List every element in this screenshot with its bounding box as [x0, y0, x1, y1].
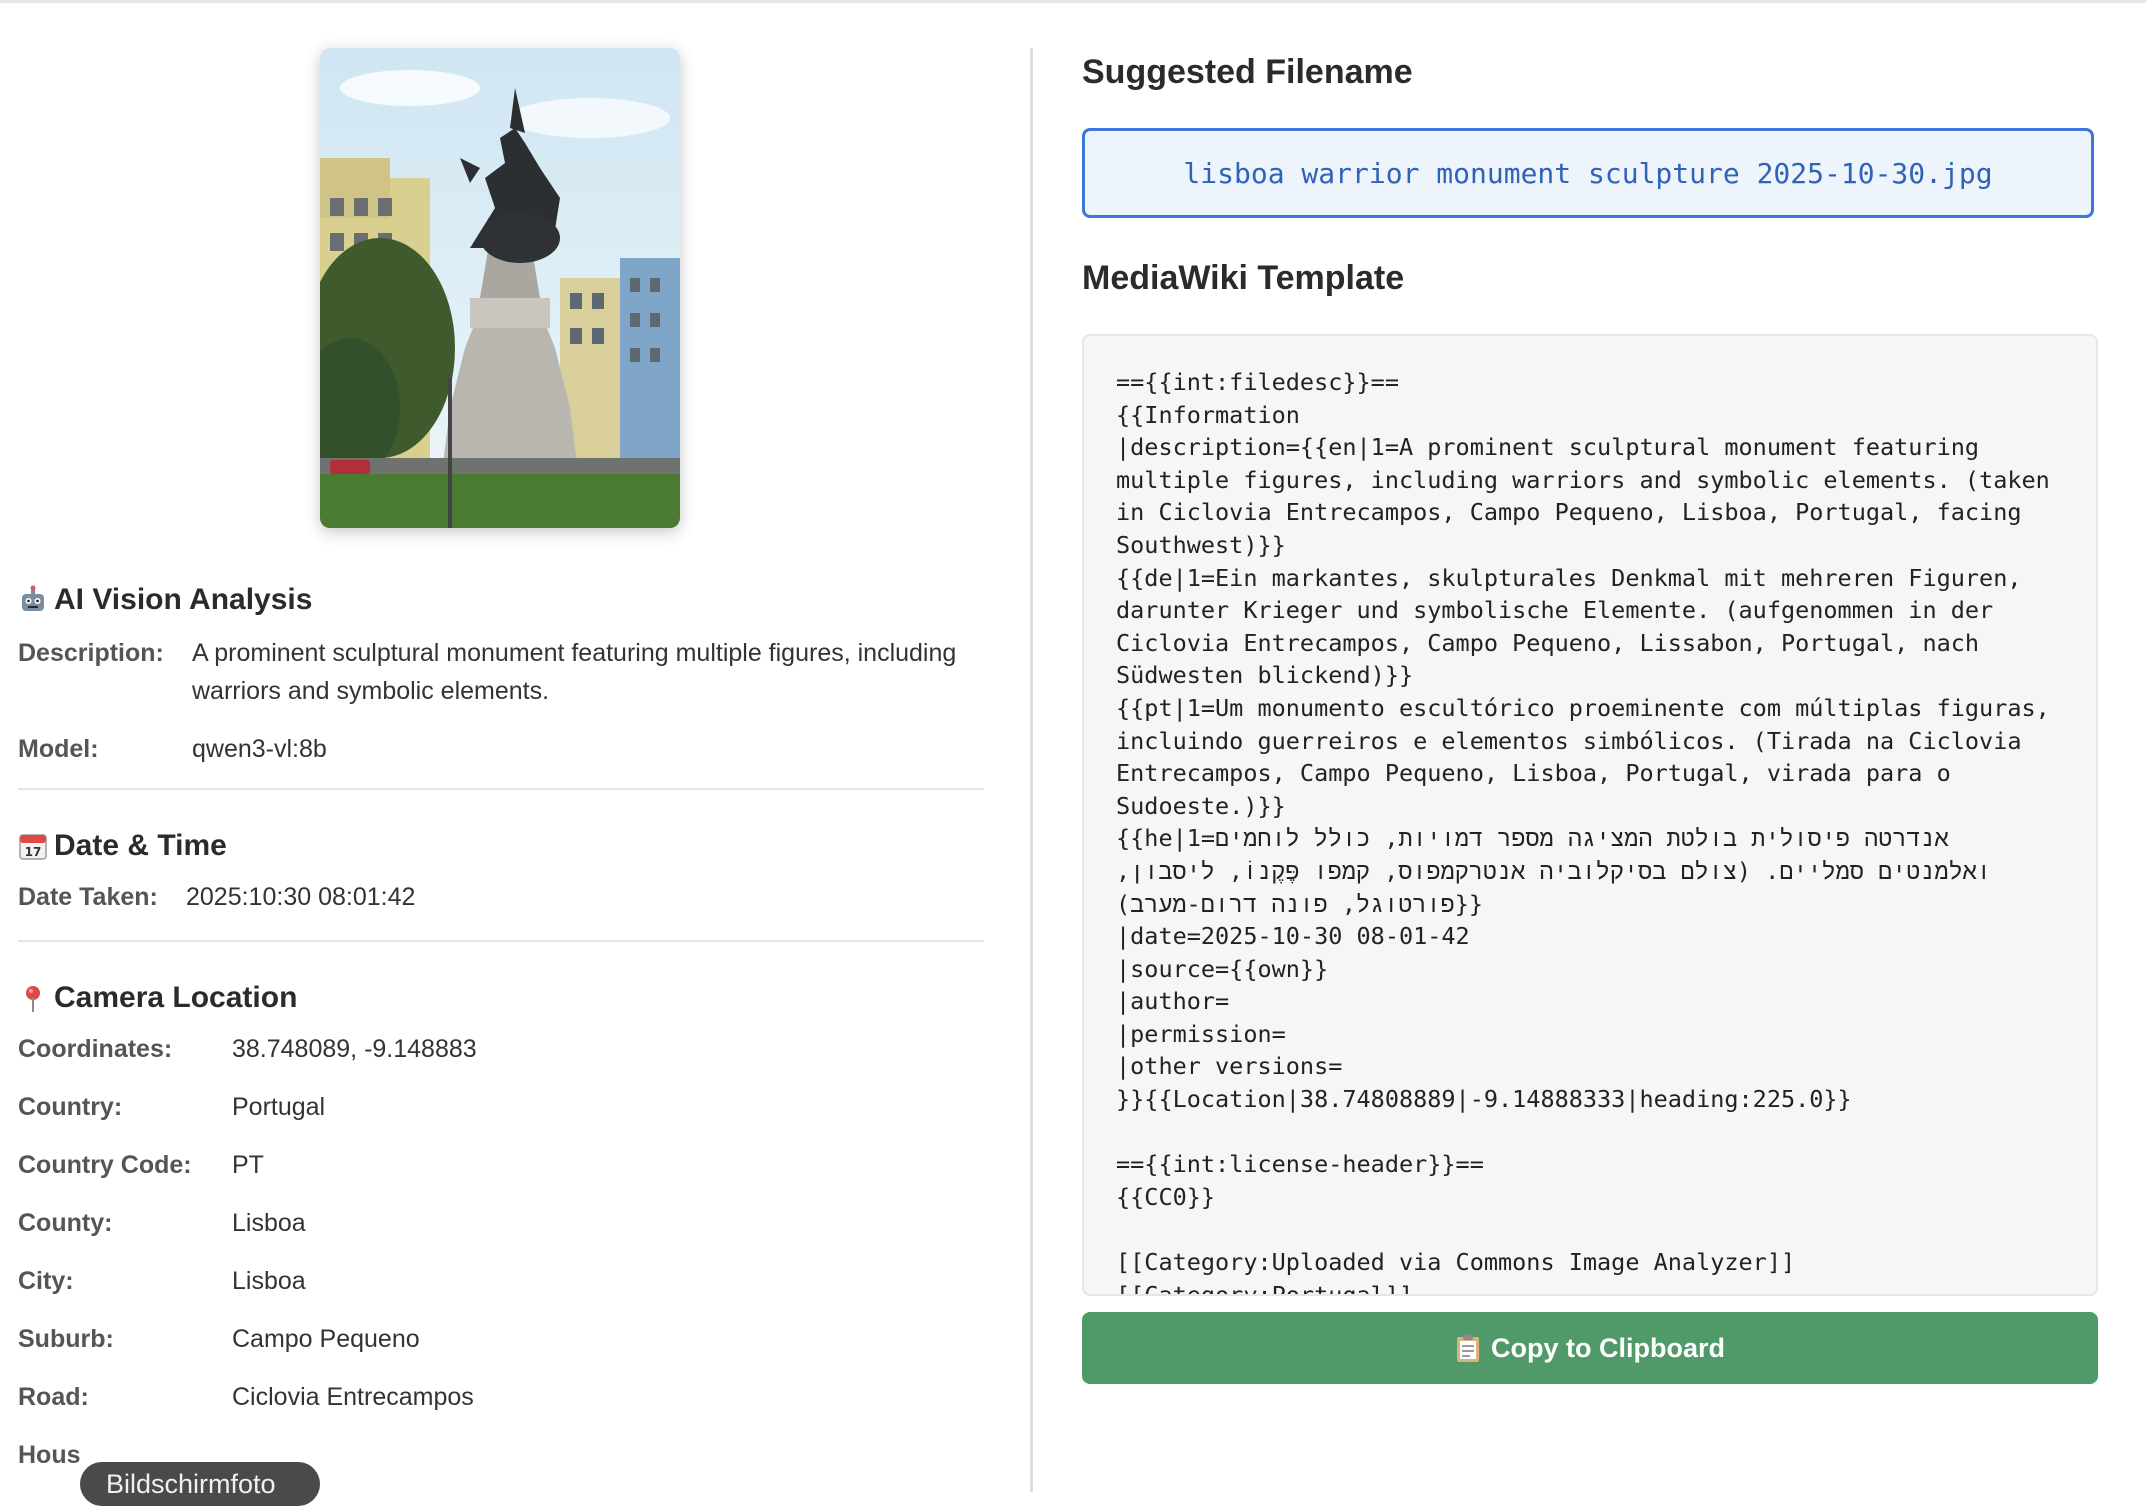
monument-photo: [320, 48, 680, 528]
description-value: A prominent sculptural monument featurin…: [192, 639, 957, 705]
datetime-section-title: 17 Date & Time: [18, 826, 984, 866]
location-row-country-code: Country Code: PT: [18, 1151, 264, 1179]
photo-preview[interactable]: [320, 48, 680, 528]
date-row: Date Taken: 2025:10:30 08:01:42: [18, 878, 984, 916]
description-label: Description:: [18, 639, 164, 667]
date-label: Date Taken:: [18, 883, 158, 911]
datetime-title-text: Date & Time: [54, 829, 227, 862]
robot-icon: [18, 585, 48, 615]
location-row-county: County: Lisboa: [18, 1209, 306, 1237]
top-border: [0, 0, 2146, 3]
location-row-country: Country: Portugal: [18, 1093, 326, 1121]
location-section-title: Camera Location: [18, 978, 984, 1018]
model-label: Model:: [18, 735, 99, 763]
copy-button-label: Copy to Clipboard: [1491, 1332, 1725, 1363]
filename-field[interactable]: lisboa warrior monument sculpture 2025-1…: [1082, 128, 2094, 218]
location-row-road: Road: Ciclovia Entrecampos: [18, 1383, 474, 1411]
location-title-text: Camera Location: [54, 981, 298, 1014]
template-title: MediaWiki Template: [1082, 259, 1405, 297]
location-row-city: City: Lisboa: [18, 1267, 306, 1295]
copy-to-clipboard-button[interactable]: Copy to Clipboard: [1082, 1312, 2098, 1384]
description-row: Description: A prominent sculptural monu…: [18, 634, 984, 710]
ai-section-title: AI Vision Analysis: [18, 580, 984, 620]
left-panel: AI Vision Analysis Description: A promin…: [18, 48, 984, 1494]
clipboard-icon: [1455, 1333, 1481, 1363]
column-divider: [1030, 48, 1033, 1492]
ai-title-text: AI Vision Analysis: [54, 583, 313, 616]
date-value: 2025:10:30 08:01:42: [186, 883, 416, 911]
calendar-icon: 17: [18, 831, 48, 861]
location-rows: Coordinates: 38.748089, -9.148883 Countr…: [18, 1030, 984, 1494]
location-row-suburb: Suburb: Campo Pequeno: [18, 1325, 420, 1353]
right-panel: Suggested Filename lisboa warrior monume…: [1082, 48, 2098, 1384]
location-row-coordinates: Coordinates: 38.748089, -9.148883: [18, 1035, 477, 1063]
filename-title: Suggested Filename: [1082, 53, 1413, 91]
pin-icon: [18, 983, 48, 1013]
model-value: qwen3-vl:8b: [192, 735, 327, 763]
model-row: Model: qwen3-vl:8b: [18, 730, 984, 768]
screenshot-tooltip: Bildschirmfoto: [80, 1462, 320, 1506]
template-textarea[interactable]: =={{int:filedesc}}== {{Information |desc…: [1082, 334, 2098, 1296]
svg-text:17: 17: [25, 845, 42, 859]
